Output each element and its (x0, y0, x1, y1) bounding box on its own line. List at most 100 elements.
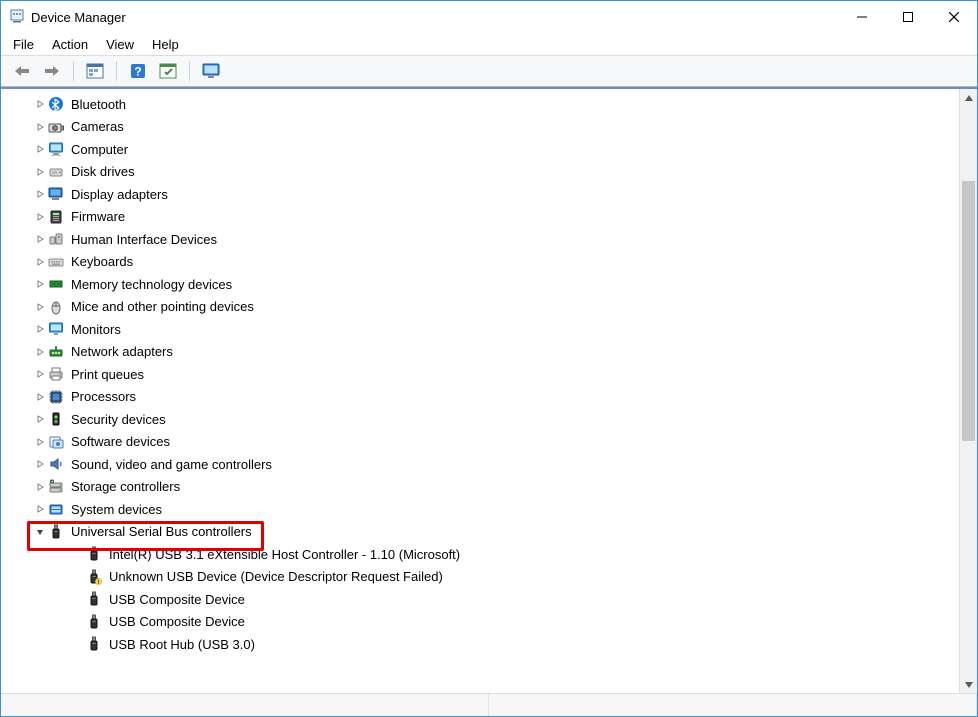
print-icon (47, 365, 65, 383)
vertical-scrollbar[interactable] (959, 89, 977, 693)
minimize-button[interactable] (839, 1, 885, 33)
expand-icon[interactable] (33, 212, 47, 222)
content-area: Bluetooth CamerasComputer Disk drives Displ… (1, 87, 977, 693)
show-hidden-button[interactable] (82, 58, 108, 84)
tree-category-label: Universal Serial Bus controllers (69, 523, 254, 540)
svg-text:?: ? (134, 65, 141, 79)
usb-icon (85, 613, 103, 631)
status-bar (1, 693, 977, 716)
tree-category-label: Processors (69, 388, 138, 405)
expand-icon[interactable] (33, 302, 47, 312)
tree-category[interactable]: Software devices (1, 431, 959, 454)
expand-icon[interactable] (33, 324, 47, 334)
expand-icon[interactable] (33, 414, 47, 424)
tree-category-label: Security devices (69, 411, 168, 428)
expand-icon[interactable] (33, 459, 47, 469)
expand-icon[interactable] (33, 122, 47, 132)
tree-category-label: Software devices (69, 433, 172, 450)
expand-icon[interactable] (33, 257, 47, 267)
scrollbar-track[interactable] (960, 106, 977, 676)
tree-category-label: Disk drives (69, 163, 137, 180)
scroll-up-button[interactable] (960, 89, 977, 106)
expand-icon[interactable] (33, 167, 47, 177)
usb-icon (47, 523, 65, 541)
expand-icon[interactable] (33, 392, 47, 402)
expand-icon[interactable] (33, 144, 47, 154)
memory-icon (47, 275, 65, 293)
tree-item[interactable]: ! Unknown USB Device (Device Descriptor R… (1, 566, 959, 589)
system-icon (47, 500, 65, 518)
tree-category[interactable]: Display adapters (1, 183, 959, 206)
expand-icon[interactable] (33, 437, 47, 447)
scroll-down-button[interactable] (960, 676, 977, 693)
tree-category[interactable]: Processors (1, 386, 959, 409)
tree-category[interactable]: Memory technology devices (1, 273, 959, 296)
tree-category[interactable]: Universal Serial Bus controllers (1, 521, 959, 544)
tree-category[interactable]: Disk drives (1, 161, 959, 184)
tree-item-label: USB Composite Device (107, 613, 247, 630)
tree-category[interactable]: Computer (1, 138, 959, 161)
menu-file[interactable]: File (13, 37, 34, 52)
tree-item[interactable]: USB Composite Device (1, 611, 959, 634)
tree-category[interactable]: Bluetooth (1, 93, 959, 116)
tree-category[interactable]: Firmware (1, 206, 959, 229)
menu-action[interactable]: Action (52, 37, 88, 52)
expand-icon[interactable] (33, 189, 47, 199)
tree-category-label: Bluetooth (69, 96, 128, 113)
tree-category[interactable]: Sound, video and game controllers (1, 453, 959, 476)
titlebar[interactable]: Device Manager (1, 1, 977, 33)
scan-hardware-button[interactable] (155, 58, 181, 84)
tree-category[interactable]: Print queues (1, 363, 959, 386)
tree-item[interactable]: USB Root Hub (USB 3.0) (1, 633, 959, 656)
toolbar-monitor-button[interactable] (198, 58, 224, 84)
expand-icon[interactable] (33, 369, 47, 379)
display-adapter-icon (47, 185, 65, 203)
help-button[interactable]: ? (125, 58, 151, 84)
expand-icon[interactable] (33, 99, 47, 109)
tree-category[interactable]: Storage controllers (1, 476, 959, 499)
tree-category[interactable]: System devices (1, 498, 959, 521)
back-button[interactable] (9, 58, 35, 84)
expand-icon[interactable] (33, 504, 47, 514)
maximize-button[interactable] (885, 1, 931, 33)
device-tree[interactable]: Bluetooth CamerasComputer Disk drives Displ… (1, 89, 959, 693)
device-manager-window: Device Manager File Action View Help (0, 0, 978, 717)
tree-item-label: Unknown USB Device (Device Descriptor Re… (107, 568, 445, 585)
tree-category[interactable]: Monitors (1, 318, 959, 341)
usb-icon (85, 635, 103, 653)
forward-button[interactable] (39, 58, 65, 84)
tree-category[interactable]: Network adapters (1, 341, 959, 364)
sound-icon (47, 455, 65, 473)
tree-category-label: Keyboards (69, 253, 135, 270)
network-icon (47, 343, 65, 361)
tree-item-label: USB Root Hub (USB 3.0) (107, 636, 257, 653)
tree-item-label: Intel(R) USB 3.1 eXtensible Host Control… (107, 546, 462, 563)
tree-category-label: System devices (69, 501, 164, 518)
scrollbar-thumb[interactable] (962, 181, 975, 441)
svg-text:!: ! (98, 580, 100, 585)
expand-icon[interactable] (33, 482, 47, 492)
usb-icon (85, 545, 103, 563)
no-expand-icon (71, 616, 85, 627)
tree-category[interactable]: Cameras (1, 116, 959, 139)
tree-category[interactable]: Mice and other pointing devices (1, 296, 959, 319)
software-icon (47, 433, 65, 451)
expand-icon[interactable] (33, 234, 47, 244)
collapse-icon[interactable] (33, 527, 47, 537)
tree-category[interactable]: Keyboards (1, 251, 959, 274)
tree-item[interactable]: Intel(R) USB 3.1 eXtensible Host Control… (1, 543, 959, 566)
expand-icon[interactable] (33, 279, 47, 289)
menu-view[interactable]: View (106, 37, 134, 52)
close-button[interactable] (931, 1, 977, 33)
storage-icon (47, 478, 65, 496)
tree-item[interactable]: USB Composite Device (1, 588, 959, 611)
tree-category[interactable]: Human Interface Devices (1, 228, 959, 251)
menu-help[interactable]: Help (152, 37, 179, 52)
bluetooth-icon (47, 95, 65, 113)
tree-category[interactable]: Security devices (1, 408, 959, 431)
tree-category-label: Mice and other pointing devices (69, 298, 256, 315)
tree-category-label: Sound, video and game controllers (69, 456, 274, 473)
expand-icon[interactable] (33, 347, 47, 357)
usb-icon (85, 590, 103, 608)
tree-category-label: Human Interface Devices (69, 231, 219, 248)
